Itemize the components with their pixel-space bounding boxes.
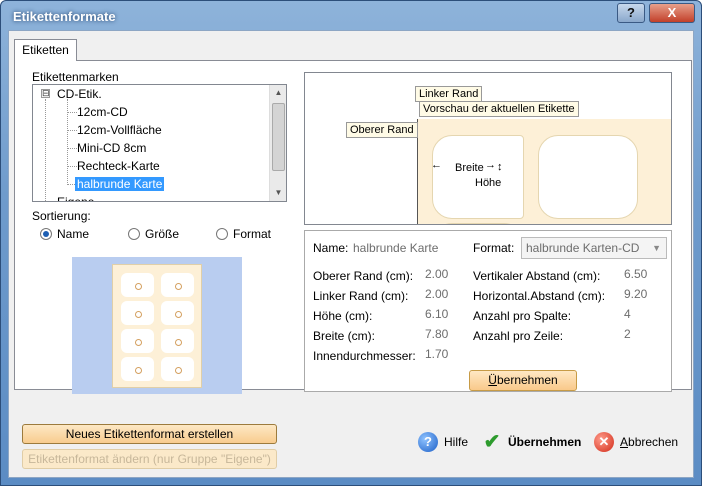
label-preview: Linker Rand Vorschau der aktuellen Etike…: [304, 72, 672, 225]
cancel-icon: ✕: [594, 432, 614, 452]
tree-line: [67, 99, 68, 185]
radio-icon: [128, 228, 140, 240]
arrow-updown-icon: ↕: [497, 161, 503, 173]
field-value: 1.70: [425, 347, 449, 361]
radio-label: Name: [57, 227, 90, 241]
sheet-page: [112, 264, 202, 388]
tree-item[interactable]: Mini-CD 8cm: [77, 139, 146, 157]
radio-label: Größe: [145, 227, 180, 241]
name-value: halbrunde Karte: [353, 241, 439, 255]
label-thumb: [161, 329, 194, 353]
brands-tree[interactable]: ⊟ CD-Etik. 12cm-CD 12cm-Vollfläche Mini-…: [32, 84, 287, 202]
field-label: Oberer Rand (cm):: [313, 269, 414, 283]
radio-selected-icon: [40, 228, 52, 240]
label-thumb: [121, 301, 154, 325]
field-label: Vertikaler Abstand (cm):: [473, 269, 601, 283]
width-label: Breite: [455, 162, 484, 174]
format-label: Format:: [473, 241, 515, 255]
preview-label: [538, 135, 638, 219]
sheet-thumbnail: [72, 257, 242, 394]
window-title: Etikettenformate: [13, 9, 116, 24]
help-icon: ?: [418, 432, 438, 452]
tree-line: [67, 166, 77, 167]
label-thumb: [121, 273, 154, 297]
cancel-button[interactable]: ✕ Abbrechen: [594, 431, 678, 453]
label-thumb: [161, 301, 194, 325]
field-label: Linker Rand (cm):: [313, 289, 409, 303]
edit-format-button: Etikettenformat ändern (nur Gruppe "Eige…: [22, 449, 277, 469]
sort-label: Sortierung:: [32, 209, 91, 223]
title-close-button[interactable]: X: [649, 3, 695, 23]
sort-radio-name[interactable]: Name: [40, 227, 89, 241]
new-format-button[interactable]: Neues Etikettenformat erstellen: [22, 424, 277, 444]
callout-left-margin: Linker Rand: [415, 86, 483, 102]
format-details: Name: halbrunde Karte Format: halbrunde …: [304, 230, 672, 392]
collapse-toggle-icon[interactable]: ⊟: [41, 89, 50, 98]
help-button[interactable]: ? Hilfe: [418, 431, 468, 453]
apply-format-button[interactable]: Übernehmen: [469, 370, 577, 391]
tree-line: [45, 99, 46, 201]
label-thumb: [121, 357, 154, 381]
tree-line: [67, 148, 77, 149]
label-thumb: [121, 329, 154, 353]
callout-title: Vorschau der aktuellen Etikette: [419, 101, 579, 117]
height-label: Höhe: [475, 177, 502, 189]
tree-node-eigene[interactable]: Eigene: [57, 193, 94, 201]
field-value: 6.50: [624, 267, 648, 281]
tree-scrollbar[interactable]: ▲ ▼: [269, 85, 286, 201]
field-label: Breite (cm):: [313, 329, 376, 343]
field-label: Innendurchmesser:: [313, 349, 416, 363]
arrow-right-icon: →: [485, 159, 496, 171]
field-value: 2: [624, 327, 631, 341]
radio-icon: [216, 228, 228, 240]
title-bar: Etikettenformate ? X: [1, 1, 701, 31]
tree-item[interactable]: Rechteck-Karte: [77, 157, 160, 175]
scroll-thumb[interactable]: [272, 103, 285, 171]
field-value: 7.80: [425, 327, 449, 341]
tree-node-cd-etik[interactable]: CD-Etik.: [57, 85, 102, 103]
field-value: 2.00: [425, 267, 449, 281]
field-label: Anzahl pro Zeile:: [473, 329, 564, 343]
callout-top-margin: Oberer Rand: [346, 122, 418, 138]
field-label: Anzahl pro Spalte:: [473, 309, 572, 323]
field-label: Horizontal.Abstand (cm):: [473, 289, 606, 303]
format-select[interactable]: halbrunde Karten-CD ▼: [521, 237, 667, 259]
tree-item[interactable]: 12cm-Vollfläche: [77, 121, 162, 139]
tab-etiketten[interactable]: Etiketten: [14, 39, 77, 61]
field-value: 4: [624, 307, 631, 321]
sort-radio-size[interactable]: Größe: [128, 227, 179, 241]
scroll-up-icon[interactable]: ▲: [271, 85, 286, 101]
radio-label: Format: [233, 227, 272, 241]
tree-line: [67, 130, 77, 131]
field-value: 6.10: [425, 307, 449, 321]
chevron-down-icon: ▼: [652, 243, 661, 253]
field-value: 9.20: [624, 287, 648, 301]
tree-item-selected[interactable]: halbrunde Karte: [75, 177, 165, 191]
apply-button[interactable]: ✔ Übernehmen: [482, 431, 582, 453]
preview-label: [432, 223, 524, 224]
arrow-left-icon: ←: [431, 159, 442, 171]
tree-item[interactable]: 12cm-CD: [77, 103, 128, 121]
name-label: Name:: [313, 241, 349, 255]
format-value: halbrunde Karten-CD: [526, 241, 640, 255]
check-arrow-icon: ✔: [483, 431, 501, 453]
title-help-button[interactable]: ?: [617, 3, 645, 23]
brands-label: Etikettenmarken: [32, 70, 119, 84]
label-thumb: [161, 357, 194, 381]
scroll-down-icon[interactable]: ▼: [271, 185, 286, 201]
label-thumb: [161, 273, 194, 297]
sort-radio-format[interactable]: Format: [216, 227, 271, 241]
field-label: Höhe (cm):: [313, 309, 373, 323]
tree-line: [67, 112, 77, 113]
field-value: 2.00: [425, 287, 449, 301]
